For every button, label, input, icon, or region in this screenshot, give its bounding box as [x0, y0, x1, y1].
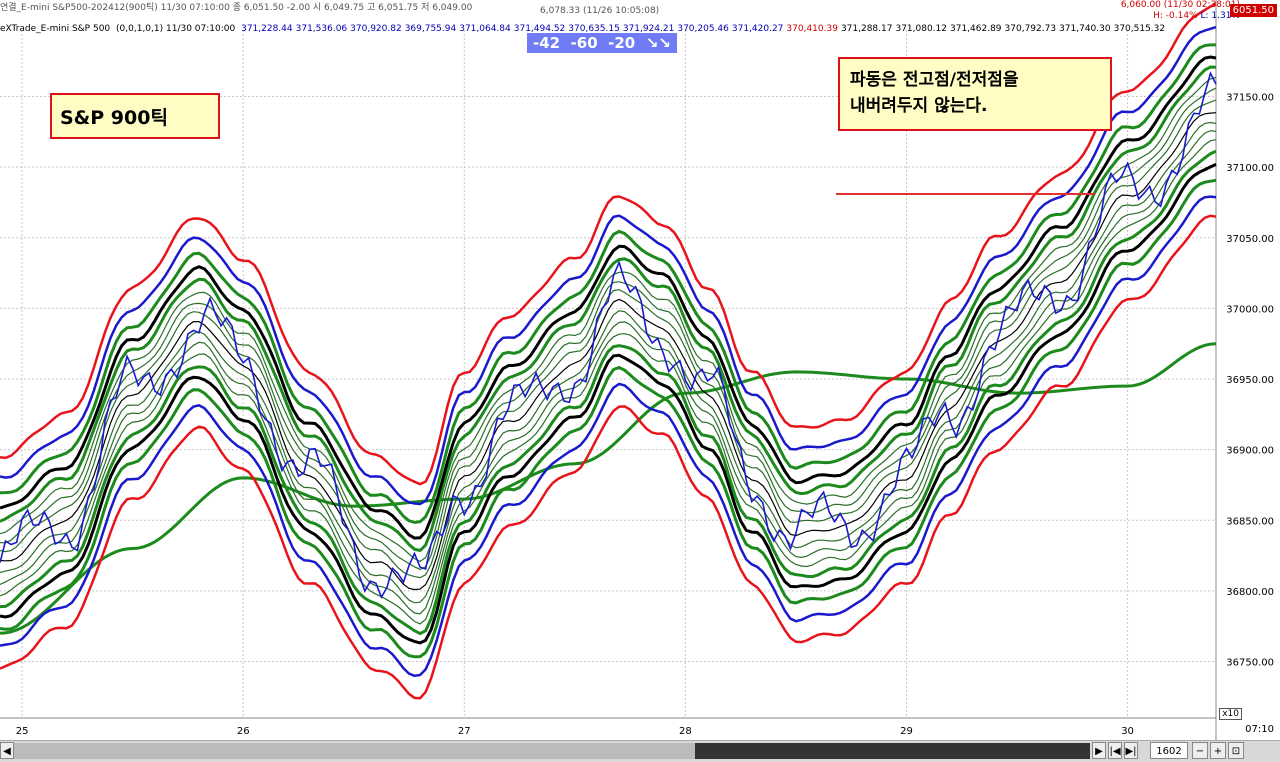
- indicator-value-blue-9: 371,420.27: [731, 24, 784, 34]
- next-page-button[interactable]: ▶|: [1124, 742, 1138, 759]
- indicator-value-black-5: 370,515.32: [1113, 24, 1166, 34]
- indicator-value-black-2: 371,462.89: [950, 24, 1002, 34]
- indicator-params: (0,0,1,0,1) 11/30 07:10:00: [116, 24, 236, 34]
- current-price-tag: 6051.50: [1229, 4, 1277, 17]
- zoom-badge[interactable]: x10: [1219, 708, 1242, 720]
- y-tick-label: 37000.00: [1226, 304, 1274, 315]
- y-tick-label: 37100.00: [1226, 163, 1274, 174]
- indicator-value-black-1: 371,080.12: [895, 24, 947, 34]
- zoom-in-icon[interactable]: +: [1210, 742, 1226, 759]
- indicator-value-black-4: 371,740.30: [1059, 24, 1111, 34]
- header-line-1: 연결_E-mini S&P500-202412(900틱) 11/30 07:1…: [0, 3, 473, 13]
- y-tick-label: 36850.00: [1226, 516, 1274, 527]
- indicator-value-blue-8: 370,205.46: [677, 24, 729, 34]
- title-box: S&P 900틱: [50, 93, 220, 139]
- y-tick-label: 36750.00: [1226, 658, 1274, 669]
- indicator-values: 371,228.44 371,536.06 370,920.82 369,755.94…: [241, 24, 1168, 34]
- signal-arrows: ↘↘: [645, 34, 671, 52]
- signal-box: -42 -60 -20 ↘↘: [527, 33, 677, 53]
- x-tick-label: 27: [458, 726, 471, 737]
- scroll-left-button[interactable]: ◀: [0, 742, 14, 759]
- y-tick-label: 36800.00: [1226, 587, 1274, 598]
- y-tick-label: 36900.00: [1226, 446, 1274, 457]
- high-info: 6,060.00 (11/30 02:38:01): [1120, 0, 1240, 10]
- signal-value-3: -20: [608, 34, 636, 52]
- scroll-right-button[interactable]: ▶: [1092, 742, 1106, 759]
- indicator-value-blue-2: 370,920.82: [350, 24, 402, 34]
- y-tick-label: 37150.00: [1226, 93, 1274, 104]
- x-tick-label: 28: [679, 726, 692, 737]
- indicator-value-blue-0: 371,228.44: [241, 24, 293, 34]
- scroll-thumb[interactable]: [695, 743, 1090, 759]
- fit-icon[interactable]: ⊡: [1228, 742, 1244, 759]
- x-tick-label: 30: [1121, 726, 1134, 737]
- note-line-2: 내버려두지 않는다.: [850, 96, 988, 116]
- indicator-value-black-3: 370,792.73: [1004, 24, 1057, 34]
- envelope-line-9: [0, 99, 1217, 579]
- note-box: 파동은 전고점/전저점을 내버려두지 않는다.: [838, 57, 1112, 131]
- bar-count-input[interactable]: 1602: [1150, 742, 1188, 759]
- top-right-info: 6,060.00 (11/30 02:38:01) H: -0.14% L: 1…: [1121, 0, 1240, 22]
- time-label: 07:10: [1245, 724, 1274, 735]
- x-tick-label: 29: [900, 726, 913, 737]
- h-pct: H: -0.14%: [1153, 11, 1198, 21]
- y-tick-label: 36950.00: [1226, 375, 1274, 386]
- indicator-value-blue-1: 371,536.06: [295, 24, 348, 34]
- prev-page-button[interactable]: |◀: [1108, 742, 1122, 759]
- y-tick-label: 37050.00: [1226, 234, 1274, 245]
- indicator-value-blue-3: 369,755.94: [404, 24, 457, 34]
- indicator-value-blue-4: 371,064.84: [459, 24, 511, 34]
- indicator-value-black-0: 371,288.17: [840, 24, 893, 34]
- signal-value-1: -42: [533, 34, 561, 52]
- previous-high-line: [836, 193, 1095, 195]
- zoom-out-icon[interactable]: −: [1192, 742, 1208, 759]
- x-tick-label: 26: [237, 726, 250, 737]
- envelope-line-10: [0, 87, 1217, 571]
- header-overlay-small: 6,078.33 (11/26 10:05:08): [540, 6, 660, 16]
- scroll-track[interactable]: [14, 743, 695, 759]
- envelope-line-5: [0, 139, 1217, 625]
- x-tick-label: 25: [16, 726, 29, 737]
- note-line-1: 파동은 전고점/전저점을: [850, 70, 1019, 90]
- signal-value-2: -60: [570, 34, 598, 52]
- indicator-value-red-0: 370,410.39: [786, 24, 838, 34]
- indicator-name: eXTrade_E-mini S&P 500: [0, 24, 111, 34]
